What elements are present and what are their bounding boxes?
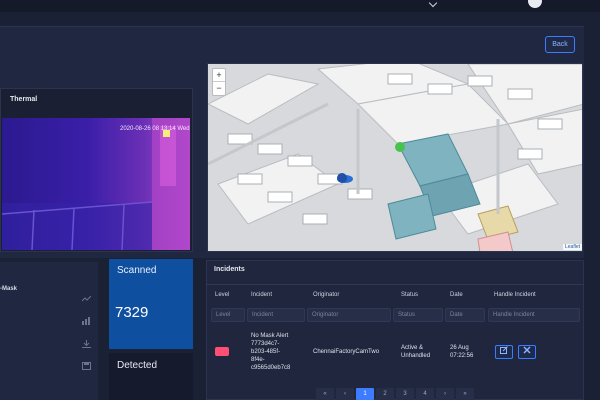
- mask-panel: [0, 262, 98, 400]
- incident-id-line: b203-485f-: [251, 349, 281, 355]
- filter-level-input[interactable]: Level: [211, 308, 245, 322]
- line-chart-icon[interactable]: [81, 290, 92, 302]
- column-header-date[interactable]: Date: [450, 292, 463, 298]
- pagination-next[interactable]: ›: [436, 388, 454, 400]
- detected-label: Detected: [117, 360, 158, 371]
- filter-status-input[interactable]: Status: [393, 308, 443, 322]
- filter-incident-input[interactable]: Incident: [247, 308, 305, 322]
- top-separator: [0, 12, 600, 26]
- scanned-stat-card: Scanned 7329: [109, 259, 193, 349]
- column-header-level[interactable]: Level: [215, 292, 229, 298]
- incidents-title: Incidents: [214, 266, 245, 273]
- incident-status-line: Unhandled: [401, 353, 431, 359]
- floor-map[interactable]: [207, 63, 583, 252]
- edit-incident-button[interactable]: [495, 345, 513, 359]
- pagination-page-3[interactable]: 3: [396, 388, 414, 400]
- filter-date-input[interactable]: Date: [445, 308, 485, 322]
- close-incident-button[interactable]: [518, 345, 536, 359]
- filter-originator-input[interactable]: Originator: [307, 308, 391, 322]
- download-icon[interactable]: [82, 335, 91, 348]
- incident-id-line: 7773d4c7-: [251, 341, 280, 347]
- detected-stat-card: Detected: [109, 353, 193, 400]
- incident-status-line: Active &: [401, 345, 424, 351]
- incident-id-line: 8f4e-: [251, 357, 265, 363]
- zoom-in-button[interactable]: +: [213, 69, 225, 82]
- column-header-originator[interactable]: Originator: [313, 292, 339, 298]
- thermal-title: Thermal: [10, 96, 38, 103]
- zoom-out-button[interactable]: −: [213, 82, 225, 95]
- incidents-panel: [206, 260, 584, 400]
- incident-time-line: 07:22:56: [450, 353, 474, 359]
- filter-handle-incident-input[interactable]: Handle Incident: [488, 308, 580, 322]
- top-bar: [0, 0, 600, 12]
- incident-id-line: c9565d0eb7c8: [251, 365, 291, 371]
- map-attribution-link[interactable]: Leaflet: [563, 244, 583, 250]
- close-icon: [523, 346, 531, 354]
- alert-level-badge: [215, 347, 229, 356]
- incident-date-line: 26 Aug: [450, 345, 469, 351]
- incident-title: No Mask Alert: [251, 333, 289, 339]
- pagination-page-4[interactable]: 4: [416, 388, 434, 400]
- pagination-page-2[interactable]: 2: [376, 388, 394, 400]
- scanned-value: 7329: [115, 304, 149, 321]
- back-button[interactable]: Back: [545, 36, 575, 53]
- scanned-label: Scanned: [117, 265, 157, 276]
- incident-originator: ChennaiFactoryCamTwo: [313, 349, 380, 355]
- thermal-timestamp: 2020-08-26 08 13:14 Wed: [120, 126, 190, 132]
- pagination-prev[interactable]: ‹: [336, 388, 354, 400]
- column-header-status[interactable]: Status: [401, 292, 418, 298]
- thermal-camera-image: [2, 118, 190, 250]
- edit-icon: [500, 346, 508, 354]
- map-zoom-control: + −: [212, 68, 226, 96]
- column-header-handle-incident[interactable]: Handle Incident: [494, 292, 536, 298]
- pagination-page-1[interactable]: 1: [356, 388, 374, 400]
- chevron-down-icon[interactable]: [428, 0, 438, 8]
- bar-chart-icon[interactable]: [82, 312, 91, 325]
- user-avatar[interactable]: [528, 0, 542, 8]
- column-header-incident[interactable]: Incident: [251, 292, 272, 298]
- pagination-first[interactable]: «: [316, 388, 334, 400]
- save-icon[interactable]: [82, 357, 91, 370]
- divider: [206, 284, 584, 285]
- pagination-last[interactable]: »: [456, 388, 474, 400]
- mask-label: -Mask: [0, 286, 18, 292]
